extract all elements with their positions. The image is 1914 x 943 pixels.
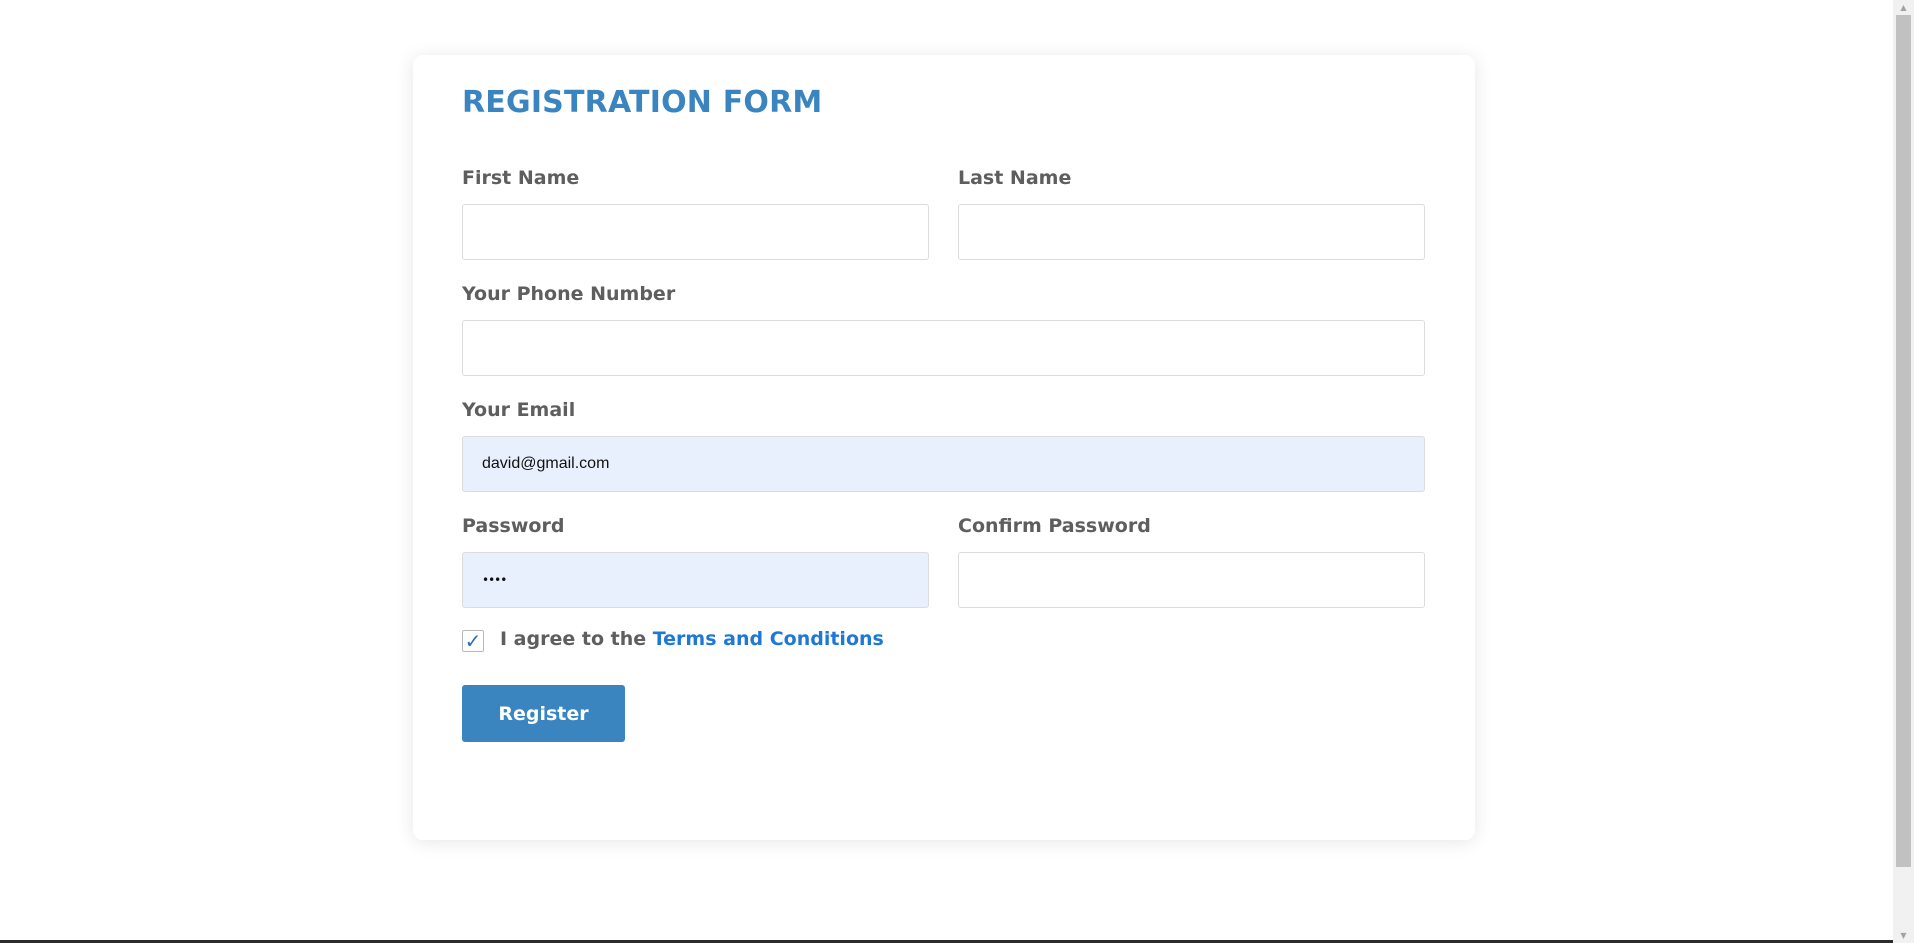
checkmark-icon: ✓ xyxy=(464,629,482,653)
last-name-input[interactable] xyxy=(958,204,1425,260)
phone-label: Your Phone Number xyxy=(462,283,676,305)
phone-input[interactable] xyxy=(462,320,1425,376)
terms-and-conditions-link[interactable]: Terms and Conditions xyxy=(653,628,884,650)
password-label: Password xyxy=(462,515,565,537)
page-title: REGISTRATION FORM xyxy=(462,85,823,120)
scroll-up-arrow-icon[interactable]: ▲ xyxy=(1893,0,1914,15)
vertical-scrollbar[interactable]: ▲ ▼ xyxy=(1893,0,1914,943)
registration-card: REGISTRATION FORM First Name Last Name Y… xyxy=(413,55,1475,840)
confirm-password-label: Confirm Password xyxy=(958,515,1151,537)
last-name-label: Last Name xyxy=(958,167,1072,189)
email-input[interactable]: david@gmail.com xyxy=(462,436,1425,492)
scrollbar-thumb[interactable] xyxy=(1896,15,1911,867)
terms-agreement: I agree to the Terms and Conditions xyxy=(500,628,884,650)
register-button[interactable]: Register xyxy=(462,685,625,742)
terms-agreement-text: I agree to the xyxy=(500,628,647,650)
terms-checkbox[interactable]: ✓ xyxy=(462,630,484,652)
first-name-label: First Name xyxy=(462,167,580,189)
scroll-down-arrow-icon[interactable]: ▼ xyxy=(1893,928,1914,943)
confirm-password-input[interactable] xyxy=(958,552,1425,608)
email-label: Your Email xyxy=(462,399,576,421)
password-input[interactable]: •••• xyxy=(462,552,929,608)
first-name-input[interactable] xyxy=(462,204,929,260)
